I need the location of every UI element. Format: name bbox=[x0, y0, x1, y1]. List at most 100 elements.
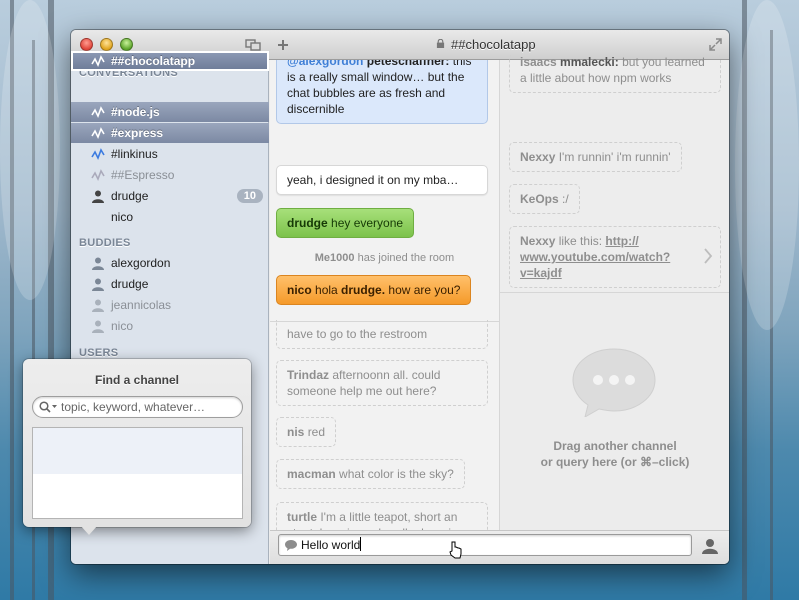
sidebar-item-label: alexgordon bbox=[111, 256, 171, 270]
channel-search-input[interactable]: topic, keyword, whatever… bbox=[32, 396, 243, 418]
chat-bubble: Nexxy like this: http:// www.youtube.com… bbox=[509, 226, 721, 288]
chat-bubble: isaacs mmalecki: but you learned a littl… bbox=[509, 54, 721, 93]
message-input[interactable]: Hello world bbox=[278, 534, 692, 556]
sidebar-item-jeannicolas[interactable]: jeannicolas bbox=[71, 295, 269, 315]
activity-wave-icon bbox=[91, 55, 105, 67]
chevron-right-icon[interactable] bbox=[703, 248, 713, 264]
message-text: yeah, i designed it on my mba… bbox=[287, 173, 459, 187]
nick: KeOps bbox=[520, 192, 559, 206]
chat-transcript[interactable]: @alexgordon peteschaffner: this is a rea… bbox=[270, 60, 499, 530]
message-text: has joined the room bbox=[357, 252, 455, 264]
chat-bubble: yeah, i designed it on my mba… bbox=[276, 165, 488, 195]
buddies-header: BUDDIES bbox=[79, 237, 131, 249]
message-text: what color is the sky? bbox=[339, 467, 454, 481]
nick: @alexgordon bbox=[287, 60, 364, 68]
chat-bubble-icon bbox=[572, 348, 656, 417]
close-button[interactable] bbox=[80, 38, 93, 51]
join-notice: Me1000 has joined the room bbox=[270, 252, 499, 264]
message-text: this is a really small window… but the c… bbox=[287, 60, 472, 116]
chat-bubble: drudge hey everyone bbox=[276, 208, 415, 238]
nick: macman bbox=[287, 467, 336, 481]
text-cursor bbox=[360, 537, 362, 551]
sidebar-item-espresso[interactable]: ##Espresso bbox=[71, 165, 269, 185]
sidebar-item-label: #node.js bbox=[111, 105, 160, 119]
drop-hint: Drag another channel or query here (or ⌘… bbox=[500, 438, 729, 470]
nick: nico bbox=[287, 283, 312, 297]
sidebar-item-linkinus[interactable]: #linkinus bbox=[71, 144, 269, 164]
minimize-button[interactable] bbox=[100, 38, 113, 51]
sidebar-item-nico[interactable]: nico bbox=[71, 207, 269, 227]
zoom-button[interactable] bbox=[120, 38, 133, 51]
user-icon bbox=[92, 278, 104, 291]
message-text: how are you? bbox=[388, 283, 461, 297]
sidebar-item-alexgordon[interactable]: alexgordon bbox=[71, 253, 269, 273]
nick: Nexxy bbox=[520, 234, 556, 248]
sidebar-item-drudge-buddy[interactable]: drudge bbox=[71, 274, 269, 294]
drop-hint-line: Drag another channel bbox=[553, 439, 677, 453]
second-chat-pane[interactable]: isaacs mmalecki: but you learned a littl… bbox=[499, 54, 729, 530]
lock-icon bbox=[436, 39, 445, 48]
toggle-sidebar-icon[interactable] bbox=[245, 39, 261, 51]
sidebar-item-express[interactable]: #express bbox=[71, 123, 269, 143]
chat-bubble: macman what color is the sky? bbox=[276, 459, 465, 489]
sidebar-item-label: ##chocolatapp bbox=[111, 54, 196, 68]
search-placeholder: topic, keyword, whatever… bbox=[61, 400, 206, 414]
message-text: :/ bbox=[562, 192, 569, 206]
chat-bubble: Nexxy I'm runnin' i'm runnin' bbox=[509, 142, 682, 172]
sidebar-item-label: drudge bbox=[111, 189, 149, 203]
user-icon bbox=[92, 299, 104, 312]
list-item[interactable] bbox=[33, 428, 242, 474]
mouse-pointer-icon bbox=[449, 541, 462, 559]
unread-badge: 10 bbox=[236, 189, 263, 203]
window-title: ##chocolatapp bbox=[451, 37, 536, 52]
sidebar-item-label: jeannicolas bbox=[111, 298, 172, 312]
nick: Trindaz bbox=[287, 368, 330, 382]
message-text: I'm runnin' i'm runnin' bbox=[558, 150, 671, 164]
user-list-icon[interactable] bbox=[701, 537, 719, 555]
chat-bubble: have to go to the restroom bbox=[276, 320, 488, 349]
message-text: hola bbox=[315, 283, 338, 297]
activity-wave-icon bbox=[91, 169, 105, 181]
user-icon bbox=[92, 257, 104, 270]
add-tab-icon[interactable] bbox=[277, 39, 289, 51]
nick: nis bbox=[287, 425, 305, 439]
drop-zone[interactable]: Drag another channel or query here (or ⌘… bbox=[500, 292, 729, 530]
sidebar-item-nico-buddy[interactable]: nico bbox=[71, 316, 269, 336]
chat-bubble: turtle I'm a little teapot, short an sto… bbox=[276, 502, 488, 530]
find-channel-popover: Find a channel topic, keyword, whatever… bbox=[23, 359, 251, 535]
nick: drudge bbox=[287, 216, 328, 230]
sidebar-item-chocolatapp[interactable]: ##chocolatapp bbox=[71, 51, 269, 71]
sidebar-item-label: ##Espresso bbox=[111, 168, 175, 182]
chat-bubble: Trindaz afternoonn all. could someone he… bbox=[276, 360, 488, 406]
sidebar-item-label: nico bbox=[111, 210, 134, 224]
popover-title: Find a channel bbox=[94, 373, 179, 387]
message-text: red bbox=[307, 425, 326, 439]
sidebar-item-nodejs[interactable]: #node.js bbox=[71, 102, 269, 122]
sidebar-item-drudge[interactable]: drudge 10 bbox=[71, 186, 269, 206]
user-icon bbox=[92, 190, 104, 203]
nick: Me1000 bbox=[314, 252, 355, 264]
mention: drudge. bbox=[341, 283, 386, 297]
nick: turtle bbox=[287, 510, 317, 524]
message-text: like this: bbox=[558, 234, 603, 248]
popover-arrow bbox=[80, 525, 98, 535]
chat-bubble: KeOps :/ bbox=[509, 184, 580, 214]
message-text: hey everyone bbox=[331, 216, 404, 230]
nick: isaacs bbox=[520, 55, 557, 69]
activity-wave-icon bbox=[91, 127, 105, 139]
sidebar-item-label: nico bbox=[111, 319, 134, 333]
drop-hint-line: or query here (or ⌘–click) bbox=[540, 455, 690, 469]
channel-results-list[interactable] bbox=[32, 427, 243, 519]
fullscreen-icon[interactable] bbox=[709, 38, 722, 51]
search-icon bbox=[39, 401, 57, 413]
chat-bubble: nico hola drudge. how are you? bbox=[276, 275, 472, 305]
sidebar-item-label: #linkinus bbox=[111, 147, 158, 161]
nick: Nexxy bbox=[520, 150, 556, 164]
chat-bubble: @alexgordon peteschaffner: this is a rea… bbox=[276, 60, 488, 124]
chat-bubble: nis red bbox=[276, 417, 337, 447]
nick: peteschaffner: bbox=[366, 60, 450, 68]
activity-wave-icon bbox=[91, 106, 105, 118]
nick: mmalecki: bbox=[560, 55, 619, 69]
input-bar: Hello world bbox=[270, 530, 729, 564]
user-icon bbox=[92, 320, 104, 333]
